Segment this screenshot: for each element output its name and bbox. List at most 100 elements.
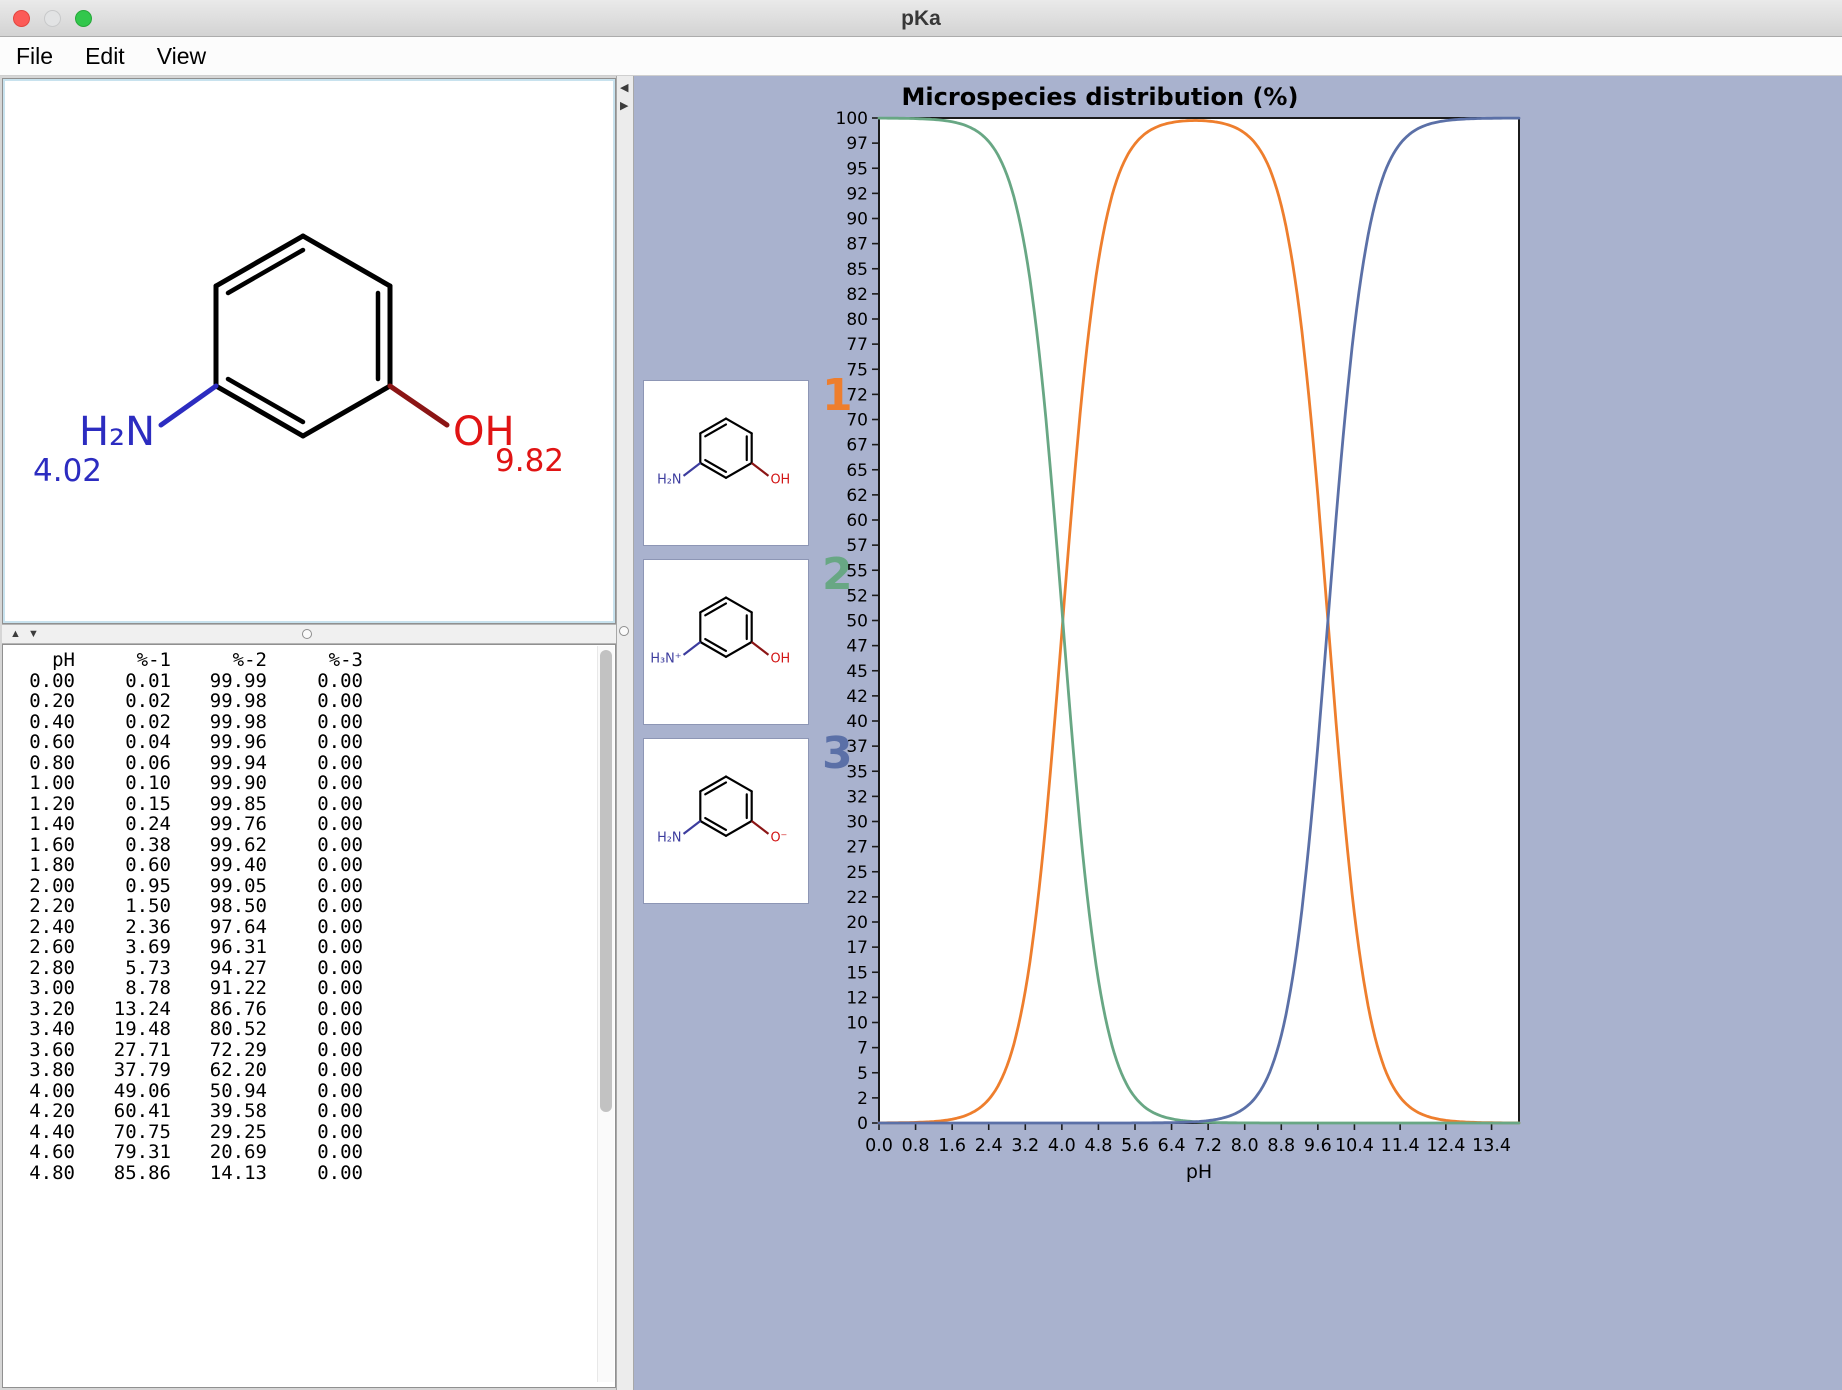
zoom-button[interactable]	[75, 10, 92, 27]
table-row[interactable]: 4.6079.3120.690.00	[3, 1142, 615, 1163]
table-row[interactable]: 1.800.6099.400.00	[3, 855, 615, 876]
y-tick-label: 20	[846, 913, 868, 933]
table-cell: 72.29	[175, 1040, 271, 1061]
table-row[interactable]: 2.201.5098.500.00	[3, 896, 615, 917]
x-tick-label: 8.8	[1267, 1136, 1295, 1156]
thumb-benzene-ring	[700, 598, 751, 657]
table-cell: 0.00	[271, 1060, 367, 1081]
table-cell: 27.71	[79, 1040, 175, 1061]
table-row[interactable]: 2.402.3697.640.00	[3, 917, 615, 938]
x-tick-label: 13.4	[1472, 1136, 1511, 1156]
table-row[interactable]: 3.4019.4880.520.00	[3, 1019, 615, 1040]
table-row[interactable]: 0.400.0299.980.00	[3, 712, 615, 733]
y-tick-label: 72	[846, 385, 868, 405]
table-row[interactable]: 3.2013.2486.760.00	[3, 999, 615, 1020]
thumb-oxy-bond	[752, 821, 769, 834]
y-tick-label: 55	[846, 561, 868, 581]
table-cell: 5.73	[79, 958, 175, 979]
column-header-pct2: %-2	[175, 650, 271, 671]
table-row[interactable]: 1.400.2499.760.00	[3, 814, 615, 835]
menu-file[interactable]: File	[16, 43, 53, 70]
table-cell: 0.00	[271, 671, 367, 692]
table-row[interactable]: 4.0049.0650.940.00	[3, 1081, 615, 1102]
y-tick-label: 70	[846, 411, 868, 431]
y-tick-label: 25	[846, 863, 868, 883]
table-row[interactable]: 1.000.1099.900.00	[3, 773, 615, 794]
collapse-down-icon[interactable]: ▼	[28, 627, 39, 642]
y-tick-label: 57	[846, 536, 868, 556]
y-tick-label: 27	[846, 838, 868, 858]
close-button[interactable]	[13, 10, 30, 27]
table-cell: 0.15	[79, 794, 175, 815]
table-cell: 0.04	[79, 732, 175, 753]
table-cell: 99.90	[175, 773, 271, 794]
table-cell: 1.20	[3, 794, 79, 815]
menu-bar: File Edit View	[0, 37, 1842, 76]
table-row[interactable]: 2.805.7394.270.00	[3, 958, 615, 979]
table-row[interactable]: 3.8037.7962.200.00	[3, 1060, 615, 1081]
table-cell: 79.31	[79, 1142, 175, 1163]
y-tick-label: 77	[846, 335, 868, 355]
vertical-divider-knob[interactable]	[619, 626, 629, 636]
table-row[interactable]: 2.000.9599.050.00	[3, 876, 615, 897]
table-row[interactable]: 0.200.0299.980.00	[3, 691, 615, 712]
thumb-amine-label: H₂N	[657, 473, 681, 488]
table-cell: 2.36	[79, 917, 175, 938]
table-cell: 91.22	[175, 978, 271, 999]
split-divider-vertical[interactable]: ◀ ▶	[616, 76, 634, 1390]
x-tick-label: 2.4	[975, 1136, 1003, 1156]
table-row[interactable]: 0.600.0499.960.00	[3, 732, 615, 753]
divider-knob[interactable]	[302, 629, 312, 639]
table-row[interactable]: 4.4070.7529.250.00	[3, 1122, 615, 1143]
table-cell: 4.00	[3, 1081, 79, 1102]
table-cell: 99.05	[175, 876, 271, 897]
table-cell: 0.00	[271, 1101, 367, 1122]
x-tick-label: 6.4	[1158, 1136, 1186, 1156]
table-scrollbar[interactable]	[597, 646, 614, 1382]
table-cell: 3.20	[3, 999, 79, 1020]
table-cell: 62.20	[175, 1060, 271, 1081]
collapse-up-icon[interactable]: ▲	[10, 627, 21, 642]
y-tick-label: 15	[846, 963, 868, 983]
table-row[interactable]: 0.000.0199.990.00	[3, 671, 615, 692]
table-row[interactable]: 4.2060.4139.580.00	[3, 1101, 615, 1122]
table-cell: 4.40	[3, 1122, 79, 1143]
thumb-amine-bond	[684, 463, 701, 476]
collapse-right-icon[interactable]: ▶	[620, 99, 628, 114]
title-bar: pKa	[0, 0, 1842, 37]
y-tick-label: 7	[857, 1039, 868, 1059]
y-tick-label: 100	[836, 110, 868, 129]
table-cell: 2.00	[3, 876, 79, 897]
x-tick-label: 3.2	[1011, 1136, 1039, 1156]
table-row[interactable]: 4.8085.8614.130.00	[3, 1163, 615, 1184]
column-header-ph: pH	[3, 650, 79, 671]
table-cell: 80.52	[175, 1019, 271, 1040]
y-tick-label: 80	[846, 310, 868, 330]
table-cell: 0.00	[271, 1163, 367, 1184]
y-tick-label: 47	[846, 637, 868, 657]
column-header-pct1: %-1	[79, 650, 175, 671]
table-row[interactable]: 3.6027.7172.290.00	[3, 1040, 615, 1061]
split-divider-horizontal[interactable]: ▲ ▼	[2, 624, 616, 644]
table-row[interactable]: 2.603.6996.310.00	[3, 937, 615, 958]
table-row[interactable]: 0.800.0699.940.00	[3, 753, 615, 774]
table-cell: 37.79	[79, 1060, 175, 1081]
menu-view[interactable]: View	[157, 43, 206, 70]
table-cell: 0.00	[271, 999, 367, 1020]
table-scrollbar-thumb[interactable]	[600, 650, 612, 1112]
table-cell: 0.00	[271, 835, 367, 856]
structure-canvas[interactable]: H₂N OH 4.02 9.82	[2, 78, 616, 624]
y-tick-label: 52	[846, 586, 868, 606]
menu-edit[interactable]: Edit	[85, 43, 125, 70]
table-row[interactable]: 3.008.7891.220.00	[3, 978, 615, 999]
x-tick-label: 8.0	[1231, 1136, 1259, 1156]
table-cell: 99.85	[175, 794, 271, 815]
table-row[interactable]: 1.200.1599.850.00	[3, 794, 615, 815]
y-tick-label: 5	[857, 1064, 868, 1084]
x-tick-label: 5.6	[1121, 1136, 1149, 1156]
collapse-left-icon[interactable]: ◀	[620, 81, 628, 96]
minimize-button[interactable]	[44, 10, 61, 27]
table-cell: 0.20	[3, 691, 79, 712]
y-tick-label: 62	[846, 486, 868, 506]
table-row[interactable]: 1.600.3899.620.00	[3, 835, 615, 856]
